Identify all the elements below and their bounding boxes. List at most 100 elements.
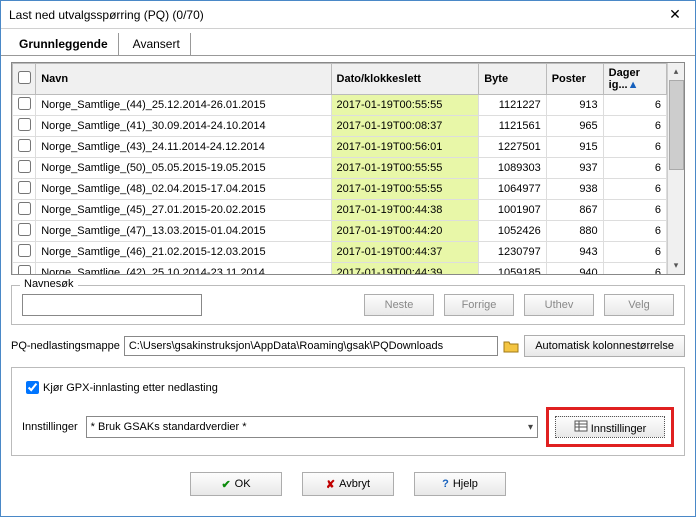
scroll-down-icon[interactable]: ▾: [674, 257, 679, 274]
cell-posts: 938: [546, 179, 603, 200]
settings-icon: [574, 420, 588, 432]
dialog-window: Last ned utvalgsspørring (PQ) (0/70) ✕ G…: [0, 0, 696, 517]
cell-byte: 1064977: [479, 179, 547, 200]
titlebar: Last ned utvalgsspørring (PQ) (0/70) ✕: [1, 1, 695, 29]
table-row[interactable]: Norge_Samtlige_(46)_21.02.2015-12.03.201…: [13, 242, 667, 263]
table-row[interactable]: Norge_Samtlige_(50)_05.05.2015-19.05.201…: [13, 158, 667, 179]
results-grid: Navn Dato/klokkeslett Byte Poster Dager …: [11, 62, 685, 275]
row-checkbox[interactable]: [18, 202, 31, 215]
next-button[interactable]: Neste: [364, 294, 434, 316]
row-checkbox[interactable]: [18, 244, 31, 257]
gpx-checkbox[interactable]: [26, 381, 39, 394]
cell-days: 6: [603, 158, 666, 179]
cell-date: 2017-01-19T00:44:37: [331, 242, 479, 263]
gpx-checkbox-label: Kjør GPX-innlasting etter nedlasting: [43, 382, 218, 394]
col-byte[interactable]: Byte: [479, 64, 547, 95]
cell-byte: 1052426: [479, 221, 547, 242]
check-icon: ✔: [221, 478, 230, 491]
name-search-group: Navnesøk Neste Forrige Uthev Velg: [11, 285, 685, 325]
cell-date: 2017-01-19T00:44:38: [331, 200, 479, 221]
name-search-legend: Navnesøk: [20, 278, 78, 290]
cell-days: 6: [603, 221, 666, 242]
cell-name: Norge_Samtlige_(44)_25.12.2014-26.01.201…: [36, 95, 331, 116]
tab-basic[interactable]: Grunnleggende: [9, 33, 119, 55]
cell-byte: 1059185: [479, 263, 547, 275]
table-row[interactable]: Norge_Samtlige_(41)_30.09.2014-24.10.201…: [13, 116, 667, 137]
row-checkbox[interactable]: [18, 139, 31, 152]
gpx-settings-button[interactable]: Innstillinger: [555, 416, 665, 438]
cell-days: 6: [603, 95, 666, 116]
cell-posts: 867: [546, 200, 603, 221]
cell-posts: 915: [546, 137, 603, 158]
highlight-button[interactable]: Uthev: [524, 294, 594, 316]
tab-advanced[interactable]: Avansert: [123, 33, 191, 55]
help-icon: ?: [442, 478, 449, 490]
cell-date: 2017-01-19T00:55:55: [331, 158, 479, 179]
chevron-down-icon: ▾: [528, 422, 533, 433]
cell-byte: 1121227: [479, 95, 547, 116]
cell-name: Norge_Samtlige_(42)_25.10.2014-23.11.201…: [36, 263, 331, 275]
row-checkbox[interactable]: [18, 265, 31, 274]
cell-name: Norge_Samtlige_(43)_24.11.2014-24.12.201…: [36, 137, 331, 158]
cell-date: 2017-01-19T00:44:20: [331, 221, 479, 242]
cancel-button[interactable]: ✘Avbryt: [302, 472, 394, 496]
gpx-settings-label: Innstillinger: [22, 421, 78, 433]
cell-name: Norge_Samtlige_(47)_13.03.2015-01.04.201…: [36, 221, 331, 242]
row-checkbox[interactable]: [18, 97, 31, 110]
table-row[interactable]: Norge_Samtlige_(48)_02.04.2015-17.04.201…: [13, 179, 667, 200]
scroll-thumb[interactable]: [669, 80, 684, 170]
x-icon: ✘: [326, 478, 335, 491]
cell-posts: 937: [546, 158, 603, 179]
help-button[interactable]: ?Hjelp: [414, 472, 506, 496]
col-check[interactable]: [13, 64, 36, 95]
cell-name: Norge_Samtlige_(50)_05.05.2015-19.05.201…: [36, 158, 331, 179]
table-row[interactable]: Norge_Samtlige_(45)_27.01.2015-20.02.201…: [13, 200, 667, 221]
cell-days: 6: [603, 137, 666, 158]
select-button[interactable]: Velg: [604, 294, 674, 316]
table-row[interactable]: Norge_Samtlige_(44)_25.12.2014-26.01.201…: [13, 95, 667, 116]
col-date[interactable]: Dato/klokkeslett: [331, 64, 479, 95]
table-row[interactable]: Norge_Samtlige_(43)_24.11.2014-24.12.201…: [13, 137, 667, 158]
cell-byte: 1089303: [479, 158, 547, 179]
auto-column-button[interactable]: Automatisk kolonnestørrelse: [524, 335, 685, 357]
row-checkbox[interactable]: [18, 118, 31, 131]
col-posts[interactable]: Poster: [546, 64, 603, 95]
ok-button[interactable]: ✔OK: [190, 472, 282, 496]
highlight-box: Innstillinger: [546, 407, 674, 447]
cell-posts: 880: [546, 221, 603, 242]
cell-days: 6: [603, 200, 666, 221]
row-checkbox[interactable]: [18, 160, 31, 173]
scrollbar[interactable]: ▴ ▾: [667, 63, 684, 274]
cell-date: 2017-01-19T00:08:37: [331, 116, 479, 137]
cell-name: Norge_Samtlige_(48)_02.04.2015-17.04.201…: [36, 179, 331, 200]
prev-button[interactable]: Forrige: [444, 294, 514, 316]
search-input[interactable]: [22, 294, 202, 316]
col-days[interactable]: Dager ig...▲: [603, 64, 666, 95]
cell-byte: 1230797: [479, 242, 547, 263]
cell-name: Norge_Samtlige_(46)_21.02.2015-12.03.201…: [36, 242, 331, 263]
folder-icon[interactable]: [502, 337, 520, 355]
col-name[interactable]: Navn: [36, 64, 331, 95]
gpx-settings-combo[interactable]: * Bruk GSAKs standardverdier * ▾: [86, 416, 538, 438]
cell-days: 6: [603, 179, 666, 200]
cell-days: 6: [603, 263, 666, 275]
cell-posts: 943: [546, 242, 603, 263]
cell-date: 2017-01-19T00:55:55: [331, 95, 479, 116]
gpx-group: Kjør GPX-innlasting etter nedlasting Inn…: [11, 367, 685, 456]
cell-byte: 1227501: [479, 137, 547, 158]
table-row[interactable]: Norge_Samtlige_(47)_13.03.2015-01.04.201…: [13, 221, 667, 242]
row-checkbox[interactable]: [18, 223, 31, 236]
close-button[interactable]: ✕: [655, 1, 695, 29]
cell-days: 6: [603, 242, 666, 263]
scroll-up-icon[interactable]: ▴: [674, 63, 679, 80]
row-checkbox[interactable]: [18, 181, 31, 194]
path-label: PQ-nedlastingsmappe: [11, 340, 120, 352]
cell-byte: 1121561: [479, 116, 547, 137]
cell-posts: 965: [546, 116, 603, 137]
cell-name: Norge_Samtlige_(41)_30.09.2014-24.10.201…: [36, 116, 331, 137]
cell-posts: 913: [546, 95, 603, 116]
cell-byte: 1001907: [479, 200, 547, 221]
select-all-checkbox[interactable]: [18, 71, 31, 84]
table-row[interactable]: Norge_Samtlige_(42)_25.10.2014-23.11.201…: [13, 263, 667, 275]
path-input[interactable]: [124, 336, 498, 356]
